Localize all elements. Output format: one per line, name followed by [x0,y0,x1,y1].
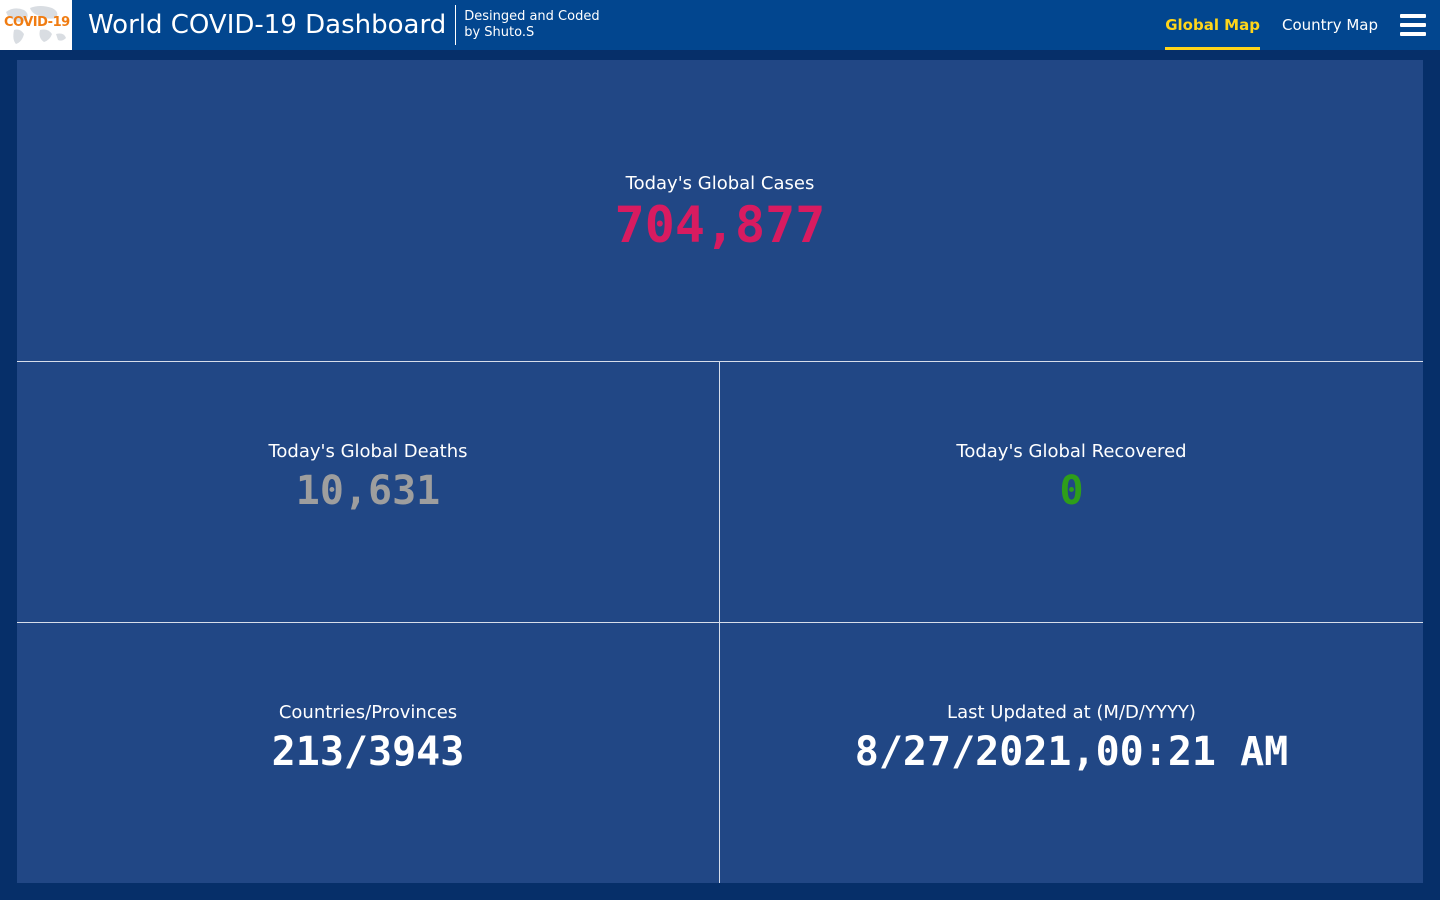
global-deaths-card: Today's Global Deaths 10,631 [17,362,720,623]
last-updated-label: Last Updated at (M/D/YYYY) [947,701,1196,723]
credits: Desinged and Coded by Shuto.S [464,9,599,41]
covid-logo[interactable]: COVID-19 [0,0,72,50]
countries-provinces-card: Countries/Provinces 213/3943 [17,623,720,883]
main-nav: Global Map Country Map [1165,0,1440,50]
menu-bar [1400,14,1426,18]
menu-bar [1400,32,1426,36]
nav-global-map[interactable]: Global Map [1165,0,1260,50]
countries-provinces-value: 213/3943 [271,728,465,775]
menu-bar [1400,23,1426,27]
global-cases-value: 704,877 [614,196,826,254]
global-cases-card: Today's Global Cases 704,877 [17,60,1423,362]
logo-text: COVID-19 [4,15,70,30]
global-recovered-card: Today's Global Recovered 0 [720,362,1423,623]
countries-provinces-label: Countries/Provinces [278,701,458,723]
stats-panel: Today's Global Cases 704,877 Today's Glo… [17,60,1423,883]
global-recovered-value: 0 [1059,467,1084,514]
header-divider [455,5,457,45]
global-deaths-value: 10,631 [295,467,441,514]
last-updated-card: Last Updated at (M/D/YYYY) 8/27/2021,00:… [720,623,1423,883]
top-header: COVID-19 World COVID-19 Dashboard Desing… [0,0,1440,50]
hamburger-menu-icon[interactable] [1400,14,1426,36]
global-cases-label: Today's Global Cases [625,173,815,194]
nav-country-map[interactable]: Country Map [1282,0,1378,50]
global-deaths-label: Today's Global Deaths [268,440,468,462]
credit-line-1: Desinged and Coded [464,9,600,24]
credit-line-2: by Shuto.S [464,25,535,40]
app-title: World COVID-19 Dashboard [88,10,447,40]
last-updated-value: 8/27/2021,00:21 AM [854,728,1289,775]
global-recovered-label: Today's Global Recovered [956,440,1187,462]
